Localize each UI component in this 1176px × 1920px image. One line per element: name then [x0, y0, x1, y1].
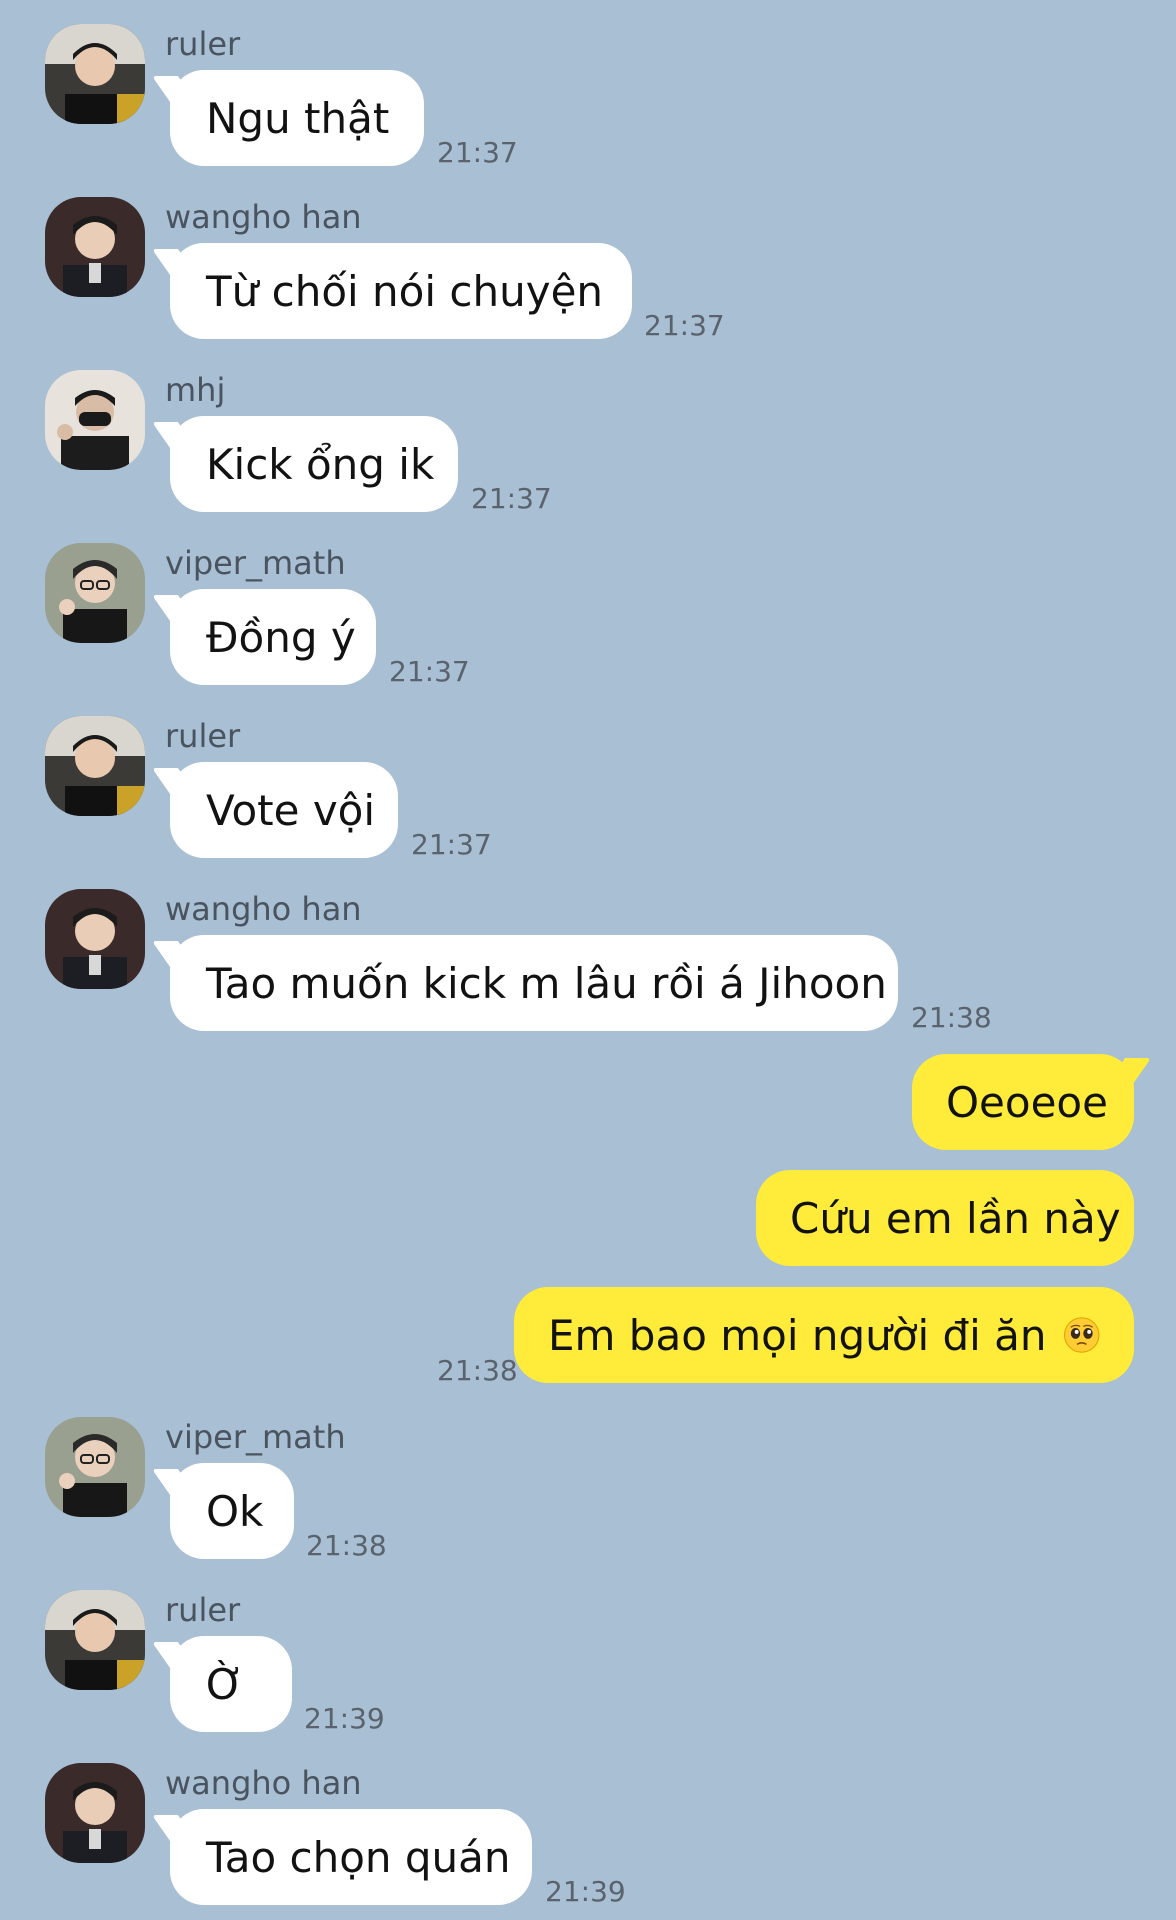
message-text: Cứu em lần này	[790, 1193, 1121, 1243]
message-bubble[interactable]: Từ chối nói chuyện	[170, 243, 632, 339]
message-text: Tao chọn quán	[206, 1832, 511, 1882]
wangho-han-avatar[interactable]	[45, 197, 145, 297]
message-bubble[interactable]: Ngu thật	[170, 70, 424, 166]
wangho-han-avatar[interactable]	[45, 889, 145, 989]
message-bubble[interactable]: Vote vội	[170, 762, 398, 858]
sender-name: ruler	[165, 25, 241, 63]
message-bubble-outgoing[interactable]: Em bao mọi người đi ăn	[514, 1287, 1134, 1383]
sender-name: ruler	[165, 717, 241, 755]
message-text: Từ chối nói chuyện	[206, 266, 604, 316]
viper-math-avatar[interactable]	[45, 1417, 145, 1517]
message-text: Đồng ý	[206, 612, 356, 662]
message-text: Tao muốn kick m lâu rồi á Jihoon	[206, 958, 887, 1008]
sender-name: mhj	[165, 371, 226, 409]
message-time: 21:38	[437, 1354, 518, 1387]
message-bubble[interactable]: Ok	[170, 1463, 294, 1559]
message-time: 21:37	[411, 828, 492, 861]
message-text: Em bao mọi người đi ăn	[548, 1310, 1047, 1360]
message-text: Kick ổng ik	[206, 439, 435, 489]
message-incoming: ruler Ngu thật 21:37	[0, 0, 1176, 170]
sender-name: ruler	[165, 1591, 241, 1629]
ruler-avatar[interactable]	[45, 716, 145, 816]
message-bubble-outgoing[interactable]: Cứu em lần này	[756, 1170, 1134, 1266]
message-time: 21:37	[644, 309, 725, 342]
message-bubble[interactable]: Đồng ý	[170, 589, 376, 685]
message-incoming: wangho han Tao chọn quán 21:39	[0, 1739, 1176, 1909]
message-bubble[interactable]: Tao chọn quán	[170, 1809, 532, 1905]
ruler-avatar[interactable]	[45, 1590, 145, 1690]
message-incoming: mhj Kick ổng ik 21:37	[0, 346, 1176, 516]
message-time: 21:39	[304, 1702, 385, 1735]
message-time: 21:38	[306, 1529, 387, 1562]
message-time: 21:37	[389, 655, 470, 688]
message-time: 21:37	[437, 136, 518, 169]
chat-thread[interactable]: ruler Ngu thật 21:37 wangho han Từ chối …	[0, 0, 1176, 1920]
message-time: 21:37	[471, 482, 552, 515]
pleading-face-emoji	[1063, 1311, 1100, 1359]
viper-math-avatar[interactable]	[45, 543, 145, 643]
message-bubble[interactable]: Kick ổng ik	[170, 416, 458, 512]
message-text: Oeoeoe	[946, 1077, 1108, 1127]
message-bubble[interactable]: Ờ	[170, 1636, 292, 1732]
sender-name: wangho han	[165, 890, 362, 928]
message-text: Ờ	[206, 1659, 245, 1709]
message-incoming: viper_math Ok 21:38	[0, 1393, 1176, 1563]
message-incoming: wangho han Từ chối nói chuyện 21:37	[0, 173, 1176, 343]
message-incoming: wangho han Tao muốn kick m lâu rồi á Jih…	[0, 865, 1176, 1035]
sender-name: viper_math	[165, 544, 346, 582]
wangho-han-avatar[interactable]	[45, 1763, 145, 1863]
message-bubble[interactable]: Tao muốn kick m lâu rồi á Jihoon	[170, 935, 898, 1031]
message-text: Vote vội	[206, 785, 376, 835]
message-incoming: viper_math Đồng ý 21:37	[0, 519, 1176, 689]
message-time: 21:38	[911, 1001, 992, 1034]
ruler-avatar[interactable]	[45, 24, 145, 124]
message-incoming: ruler Vote vội 21:37	[0, 692, 1176, 862]
sender-name: viper_math	[165, 1418, 346, 1456]
mhj-avatar[interactable]	[45, 370, 145, 470]
message-text: Ok	[206, 1486, 264, 1536]
message-time: 21:39	[545, 1875, 626, 1908]
sender-name: wangho han	[165, 198, 362, 236]
message-bubble-outgoing[interactable]: Oeoeoe	[912, 1054, 1134, 1150]
message-text: Ngu thật	[206, 93, 390, 143]
message-incoming: ruler Ờ 21:39	[0, 1566, 1176, 1736]
sender-name: wangho han	[165, 1764, 362, 1802]
